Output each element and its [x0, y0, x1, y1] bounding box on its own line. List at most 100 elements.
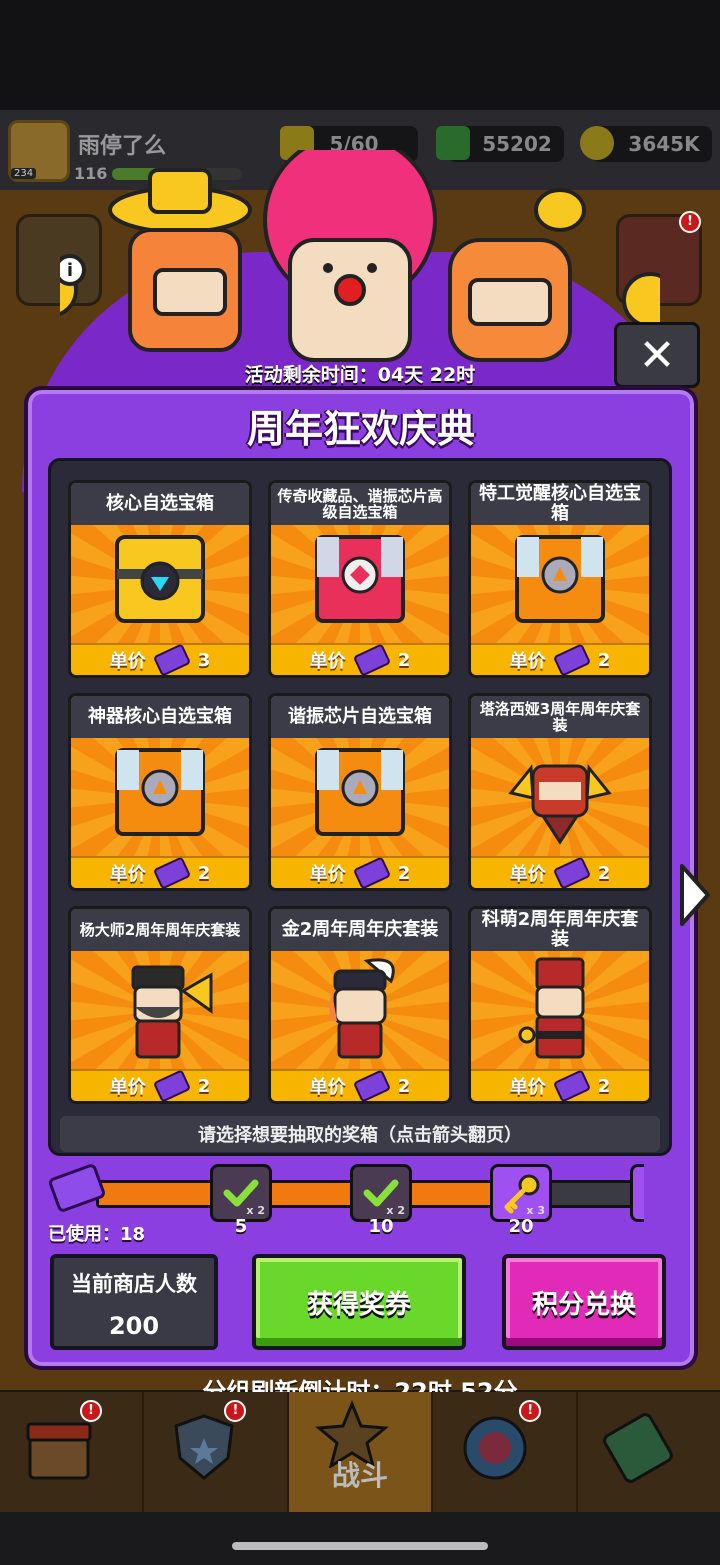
price-label: 单价: [309, 1077, 346, 1098]
price-label: 单价: [509, 1077, 546, 1098]
gold-chest-icon: [115, 535, 205, 623]
chest-card[interactable]: 特工觉醒核心自选宝箱单价 2: [468, 480, 652, 678]
points-exchange-label: 积分兑换: [531, 1289, 636, 1320]
chest-price-bar: 单价 2: [71, 856, 249, 888]
ticket-icon: [552, 643, 591, 675]
chest-price-bar: 单价 3: [71, 643, 249, 675]
milestone-reward-partial: [630, 1164, 644, 1222]
ticket-icon: [152, 643, 191, 675]
nav-battle[interactable]: 战斗: [288, 1392, 434, 1512]
chest-price: 2: [397, 862, 411, 884]
chest-price-bar: 单价 2: [271, 643, 449, 675]
get-tickets-label: 获得奖券: [306, 1289, 411, 1320]
chest-card[interactable]: 杨大师2周年周年庆套装单价 2: [68, 906, 252, 1104]
ticket-icon: [352, 643, 391, 675]
chest-art: [271, 951, 449, 1071]
chest-price-bar: 单价 2: [71, 1069, 249, 1101]
chest-card[interactable]: 谐振芯片自选宝箱单价 2: [268, 693, 452, 891]
price-label: 单价: [109, 1077, 146, 1098]
chest-art: [271, 738, 449, 858]
bottom-nav: ! ! 战斗 !: [0, 1392, 720, 1512]
price-label: 单价: [309, 651, 346, 672]
ticket-progress-fill: [99, 1183, 497, 1205]
chest-price: 2: [397, 1075, 411, 1097]
ticket-icon: [152, 1069, 191, 1101]
ticket-icon: [552, 1069, 591, 1101]
chest-name: 科萌2周年周年庆套装: [471, 909, 649, 951]
chest-card[interactable]: 塔洛西娅3周年周年庆套装单价 2: [468, 693, 652, 891]
milestone-value: 20: [508, 1216, 534, 1237]
chest-price-bar: 单价 2: [271, 856, 449, 888]
chest-card[interactable]: 科萌2周年周年庆套装单价 2: [468, 906, 652, 1104]
event-characters-illustration: i: [60, 150, 660, 362]
battle-label: 战斗: [332, 1459, 389, 1492]
chest-card[interactable]: 传奇收藏品、谐振芯片高级自选宝箱单价 2: [268, 480, 452, 678]
price-label: 单价: [109, 864, 146, 885]
svg-text:i: i: [67, 260, 73, 281]
ticket-icon: [152, 856, 191, 888]
get-tickets-button[interactable]: 获得奖券: [252, 1254, 466, 1350]
ticket-icon: [552, 856, 591, 888]
chest-name: 核心自选宝箱: [71, 483, 249, 525]
nav-shop[interactable]: !: [0, 1392, 145, 1512]
chest-card[interactable]: 神器核心自选宝箱单价 2: [68, 693, 252, 891]
price-label: 单价: [509, 864, 546, 885]
chest-price: 2: [597, 862, 611, 884]
chest-name: 传奇收藏品、谐振芯片高级自选宝箱: [271, 483, 449, 525]
chest-name: 特工觉醒核心自选宝箱: [471, 483, 649, 525]
milestone-value: 10: [368, 1216, 394, 1237]
guard-hero-icon: [518, 957, 585, 1059]
shop-alert-badge: !: [80, 1400, 102, 1422]
ticket-icon: [352, 856, 391, 888]
chest-name: 杨大师2周年周年庆套装: [71, 909, 249, 951]
close-button[interactable]: ✕: [614, 322, 700, 388]
chest-price-bar: 单价 2: [471, 643, 649, 675]
nav-cards[interactable]: [578, 1392, 720, 1512]
chest-card[interactable]: 金2周年周年庆套装单价 2: [268, 906, 452, 1104]
trumpet-hero-icon: [131, 965, 213, 1059]
milestone-reward-10[interactable]: x 2: [350, 1164, 412, 1222]
feather-hero-icon: [329, 958, 395, 1059]
chest-art: [71, 951, 249, 1071]
card-icon: [602, 1413, 673, 1483]
chest-name: 塔洛西娅3周年周年庆套装: [471, 696, 649, 738]
chest-name: 金2周年周年庆套装: [271, 909, 449, 951]
shop-population-value: 200: [108, 1312, 160, 1340]
game-screen: 234 雨停了么 116 5/60 55202 3645K ! i 活动剩余时间…: [0, 0, 720, 1565]
ticket-icon: [352, 1069, 391, 1101]
chest-card[interactable]: 核心自选宝箱单价 3: [68, 480, 252, 678]
points-exchange-button[interactable]: 积分兑换: [502, 1254, 666, 1350]
chest-price: 2: [597, 649, 611, 671]
chest-price: 2: [597, 1075, 611, 1097]
price-label: 单价: [509, 651, 546, 672]
home-indicator: [232, 1542, 488, 1550]
chest-name: 谐振芯片自选宝箱: [271, 696, 449, 738]
chest-price-bar: 单价 2: [471, 1069, 649, 1101]
gold-coin-icon: [622, 272, 660, 328]
chest-price: 2: [397, 649, 411, 671]
chest-art: [471, 951, 649, 1071]
chest-price-bar: 单价 2: [271, 1069, 449, 1101]
shop-icon: [26, 1422, 92, 1480]
events-alert-badge: !: [519, 1400, 542, 1422]
chest-price-bar: 单价 2: [471, 856, 649, 888]
orange-chest-icon: [115, 748, 205, 836]
clown-nose: [334, 274, 366, 306]
next-page-arrow-icon[interactable]: [676, 862, 712, 928]
price-label: 单价: [109, 651, 146, 672]
nav-hero[interactable]: !: [144, 1392, 289, 1512]
chest-name: 神器核心自选宝箱: [71, 696, 249, 738]
price-label: 单价: [309, 864, 346, 885]
milestone-reward-5[interactable]: x 2: [210, 1164, 272, 1222]
chest-art: [471, 525, 649, 645]
milestone-reward-20[interactable]: x 3: [490, 1164, 552, 1222]
red-chest-icon: [315, 535, 405, 623]
tickets-used: 已使用：18: [48, 1224, 146, 1245]
nav-events[interactable]: !: [433, 1392, 578, 1512]
close-icon: ✕: [638, 329, 676, 381]
chest-price: 2: [197, 1075, 211, 1097]
boss-alert-badge: !: [679, 211, 701, 233]
event-title: 周年狂欢庆典: [246, 407, 475, 451]
orange-chest-icon: [515, 535, 605, 623]
chest-price: 3: [197, 649, 211, 671]
